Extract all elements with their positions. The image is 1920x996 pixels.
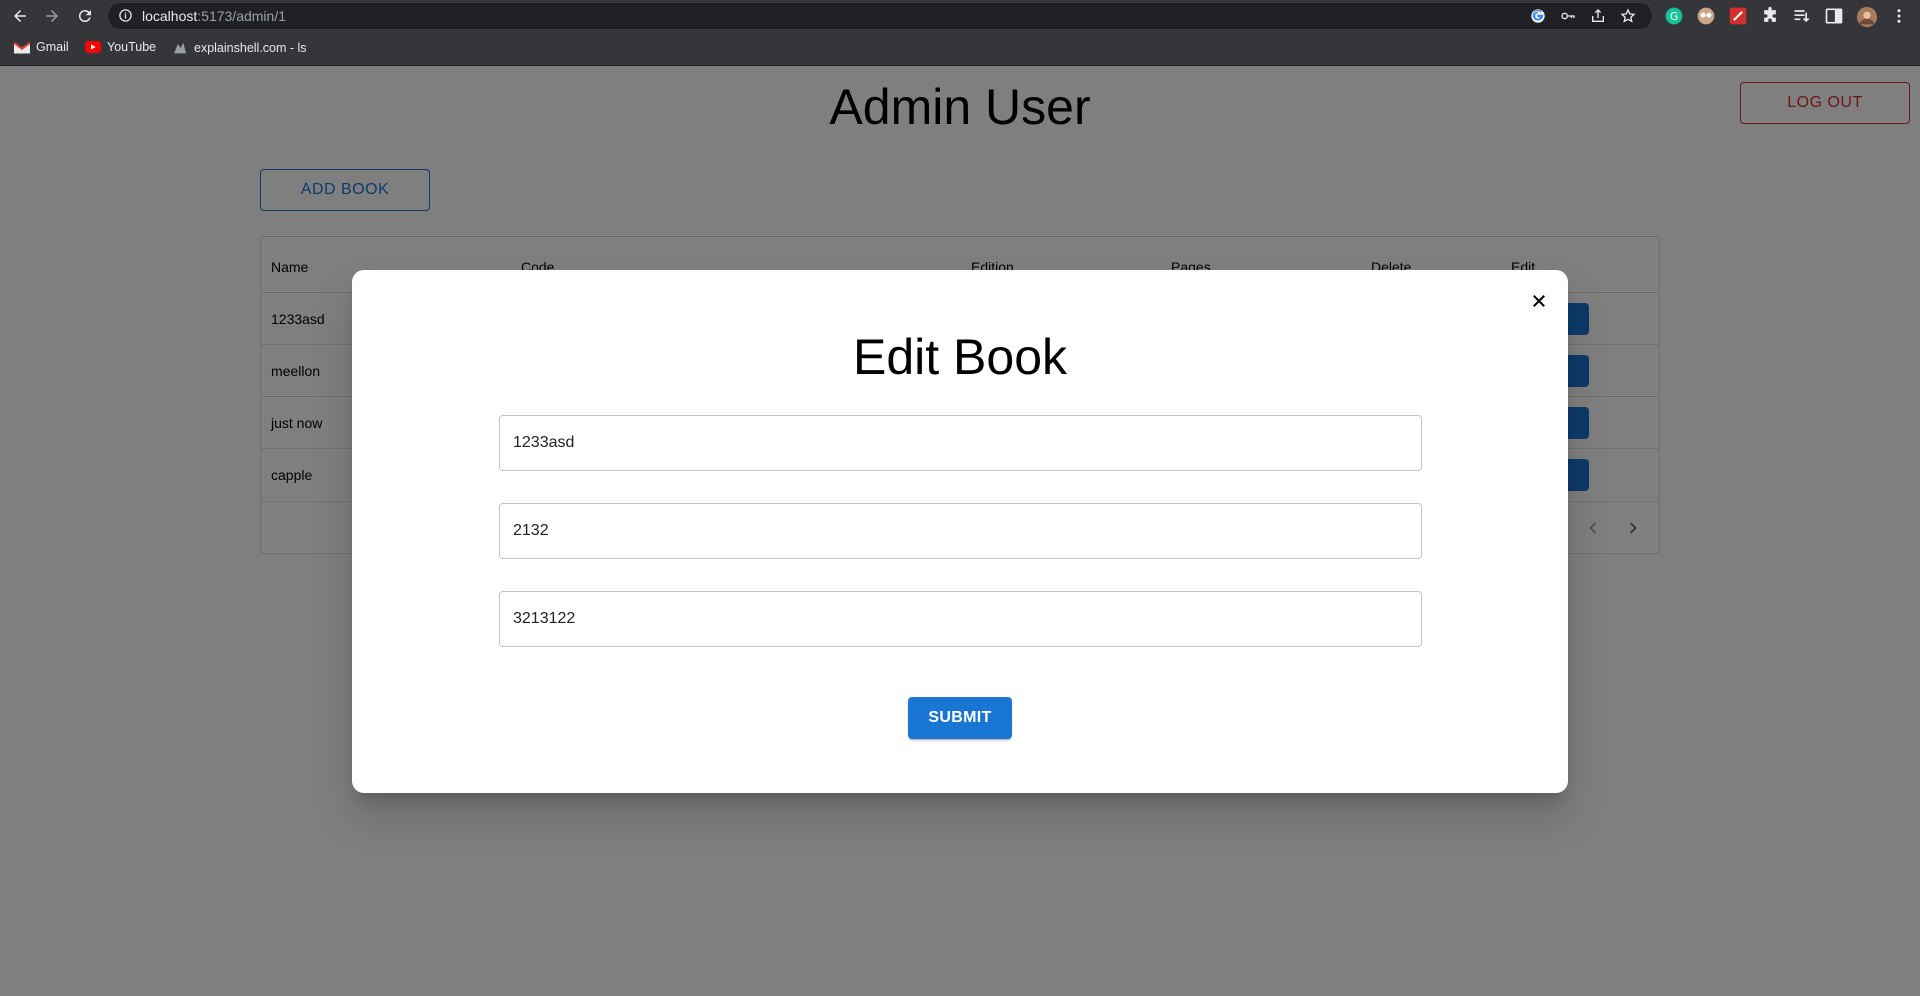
share-icon[interactable] [1590,8,1606,24]
forward-button[interactable] [40,4,64,28]
browser-toolbar: localhost:5173/admin/1 G [0,0,1920,32]
url-text: localhost:5173/admin/1 [142,8,286,24]
key-icon[interactable] [1560,8,1576,24]
modal-title: Edit Book [852,329,1067,385]
reload-icon [78,10,91,23]
eyes-extension-icon[interactable] [1696,6,1716,26]
bookmark-gmail[interactable]: Gmail [14,40,69,54]
back-arrow-icon [14,10,26,22]
explainshell-icon [174,42,186,54]
menu-kebab-icon[interactable] [1890,6,1908,26]
gmail-icon [14,41,30,53]
submit-button[interactable]: SUBMIT [908,697,1012,739]
side-panel-icon[interactable] [1824,6,1844,26]
bookmark-youtube[interactable]: YouTube [85,40,156,54]
grammarly-icon[interactable]: G [1664,6,1684,26]
close-icon [1533,295,1545,307]
back-button[interactable] [8,4,32,28]
book-name-input[interactable] [499,415,1422,471]
book-edition-input[interactable] [499,591,1422,647]
reading-list-icon[interactable] [1792,6,1812,26]
google-icon[interactable] [1530,8,1546,24]
forward-arrow-icon [46,10,58,22]
edit-book-modal: Edit Book SUBMIT [352,270,1568,793]
red-extension-icon[interactable] [1728,6,1748,26]
address-bar[interactable]: localhost:5173/admin/1 [108,3,1652,29]
close-button[interactable] [1522,284,1556,318]
bookmark-explainshell[interactable]: explainshell.com - ls [172,40,307,56]
reload-button[interactable] [73,4,97,28]
puzzle-icon[interactable] [1760,6,1780,26]
star-icon[interactable] [1620,8,1636,24]
bookmarks-bar: Gmail YouTube explainshell.com - ls [0,32,1920,66]
svg-text:G: G [1670,10,1678,23]
profile-avatar-icon[interactable] [1856,6,1878,28]
youtube-icon [85,41,101,53]
book-code-input[interactable] [499,503,1422,559]
info-icon [119,9,132,22]
